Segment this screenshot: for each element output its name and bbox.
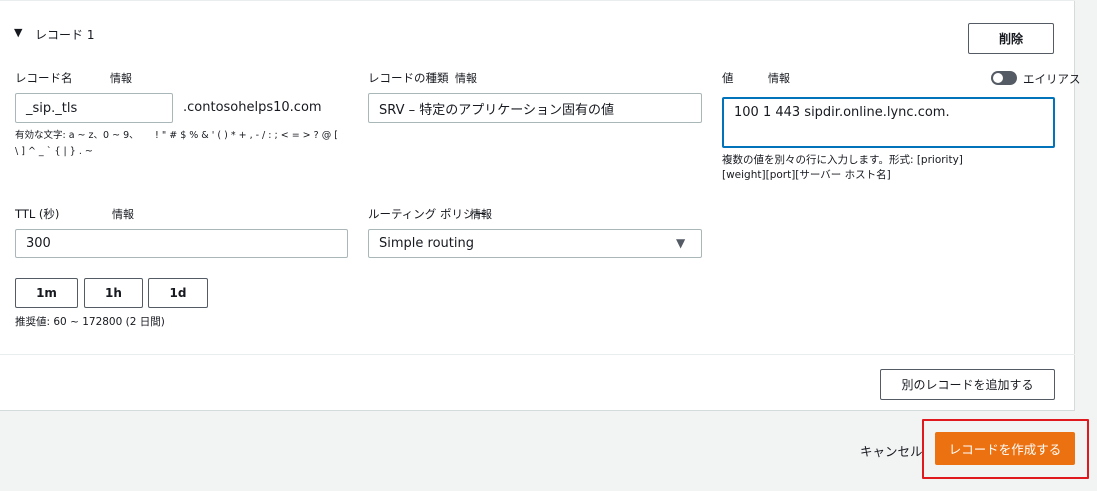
- valid-chars-hint-symbols: ! " # $ % & ' ( ) * + , - / : ; < = > ? …: [155, 130, 338, 141]
- dropdown-caret-icon[interactable]: ▼: [676, 236, 685, 250]
- record-panel: ▼ レコード 1 削除 レコード名 情報 _sip._tls .contosoh…: [0, 0, 1081, 411]
- record-title: レコード 1: [35, 28, 95, 42]
- alias-toggle[interactable]: [991, 71, 1017, 85]
- cancel-button[interactable]: キャンセル: [860, 441, 923, 460]
- ttl-input[interactable]: 300: [15, 229, 348, 258]
- create-records-button[interactable]: レコードを作成する: [935, 432, 1075, 465]
- record-type-select[interactable]: SRV – 特定のアプリケーション固有の値: [368, 93, 702, 123]
- ttl-1m-button[interactable]: 1m: [15, 278, 78, 308]
- routing-policy-value: Simple routing: [379, 236, 474, 251]
- ttl-1d-button[interactable]: 1d: [148, 278, 208, 308]
- routing-policy-label: ルーティング ポリシー: [368, 207, 486, 221]
- record-type-info-link[interactable]: 情報: [455, 70, 477, 86]
- top-border: [0, 0, 1075, 1]
- valid-chars-hint-1: 有効な文字: a ~ z、0 ~ 9、: [15, 130, 139, 141]
- domain-suffix: .contosohelps10.com: [183, 100, 322, 115]
- valid-chars-hint-2: \ ] ^ _ ` { | } . ~: [15, 146, 93, 157]
- record-name-input[interactable]: _sip._tls: [15, 93, 173, 123]
- value-info-link[interactable]: 情報: [768, 70, 790, 86]
- ttl-info-link[interactable]: 情報: [112, 206, 134, 222]
- value-hint-1: 複数の値を別々の行に入力します。形式: [priority]: [722, 154, 963, 166]
- ttl-1h-button[interactable]: 1h: [84, 278, 143, 308]
- value-label: 値: [722, 71, 734, 85]
- add-another-record-button[interactable]: 別のレコードを追加する: [880, 369, 1055, 400]
- record-name-label: レコード名: [15, 71, 73, 85]
- routing-policy-select[interactable]: Simple routing: [368, 229, 702, 258]
- record-name-info-link[interactable]: 情報: [110, 70, 132, 86]
- ttl-recommended-hint: 推奨値: 60 ~ 172800 (2 日間): [15, 316, 165, 328]
- delete-button[interactable]: 削除: [968, 23, 1054, 54]
- routing-policy-info-link[interactable]: 情報: [470, 206, 492, 222]
- value-hint-2: [weight][port][サーバー ホスト名]: [722, 169, 891, 181]
- record-type-label: レコードの種類: [368, 71, 449, 85]
- section-divider: [0, 354, 1075, 355]
- ttl-label: TTL (秒): [15, 207, 60, 221]
- alias-label: エイリアス: [1023, 72, 1081, 86]
- collapse-caret-icon[interactable]: ▼: [14, 26, 22, 39]
- value-textarea[interactable]: 100 1 443 sipdir.online.lync.com.: [722, 97, 1055, 148]
